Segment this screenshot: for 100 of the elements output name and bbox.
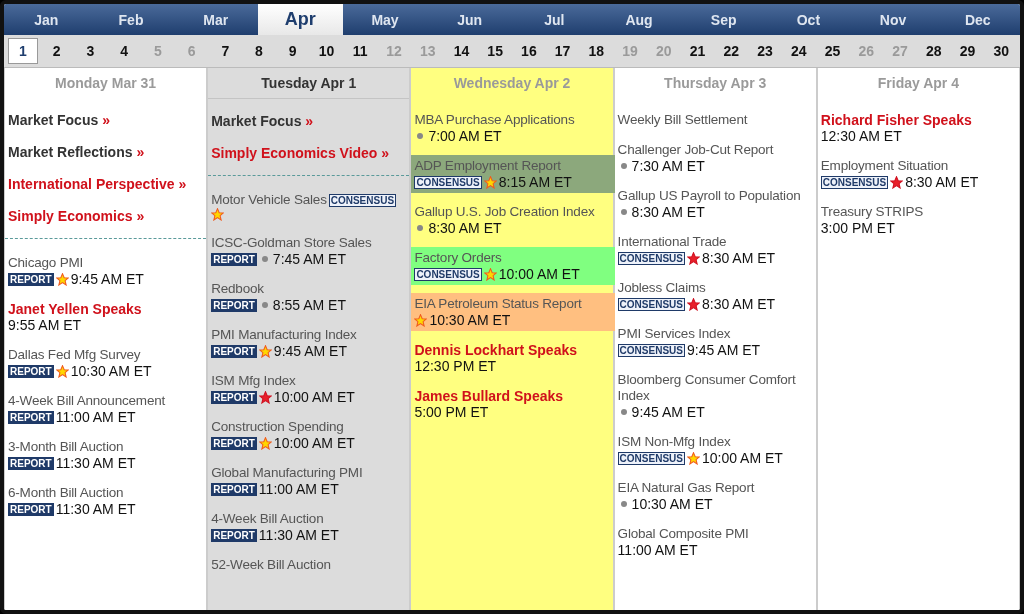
event-name[interactable]: 52-Week Bill Auction — [211, 557, 331, 573]
event-name[interactable]: 3-Month Bill Auction — [8, 439, 124, 455]
report-tag[interactable]: REPORT — [211, 482, 257, 496]
consensus-tag[interactable]: CONSENSUS — [617, 343, 685, 357]
event-name[interactable]: EIA Natural Gas Report — [617, 480, 755, 496]
event-name[interactable]: Weekly Bill Settlement — [617, 112, 748, 128]
day-link[interactable]: 11 — [345, 38, 376, 64]
section-link[interactable]: Simply Economics » — [5, 208, 148, 224]
event-name[interactable]: Challenger Job-Cut Report — [617, 142, 774, 158]
event-name[interactable]: International Trade — [617, 234, 727, 250]
event-name[interactable]: MBA Purchase Applications — [414, 112, 575, 128]
event-time: 9:45 AM ET — [70, 271, 144, 287]
event-name[interactable]: ISM Mfg Index — [211, 373, 296, 389]
event-time: 7:00 AM ET — [428, 128, 502, 144]
event-time: 8:55 AM ET — [272, 297, 346, 313]
speaker-link[interactable]: Dennis Lockhart Speaks — [414, 342, 577, 358]
month-tab[interactable]: Nov — [850, 4, 936, 35]
event-name[interactable]: PMI Services Index — [617, 326, 731, 342]
speaker-link[interactable]: James Bullard Speaks — [414, 388, 564, 404]
event-name[interactable]: 6-Month Bill Auction — [8, 485, 124, 501]
day-link[interactable]: 2 — [41, 38, 72, 64]
consensus-tag[interactable]: CONSENSUS — [820, 175, 889, 189]
day-link[interactable]: 1 — [8, 38, 38, 64]
report-tag[interactable]: REPORT — [8, 410, 54, 424]
day-link[interactable]: 30 — [986, 38, 1017, 64]
day-link[interactable]: 7 — [210, 38, 241, 64]
event-name[interactable]: Redbook — [211, 281, 264, 297]
consensus-tag[interactable]: CONSENSUS — [617, 297, 685, 311]
report-tag[interactable]: REPORT — [211, 298, 257, 312]
month-tab[interactable]: Apr — [258, 4, 343, 35]
consensus-tag[interactable]: CONSENSUS — [328, 193, 397, 207]
event-name[interactable]: 4-Week Bill Announcement — [8, 393, 166, 409]
consensus-tag[interactable]: CONSENSUS — [414, 175, 482, 189]
event-name[interactable]: ICSC-Goldman Store Sales — [211, 235, 372, 251]
event-name[interactable]: Treasury STRIPS — [820, 204, 924, 220]
consensus-tag[interactable]: CONSENSUS — [414, 267, 482, 281]
report-tag[interactable]: REPORT — [211, 436, 257, 450]
section-link[interactable]: Market Focus » — [208, 113, 317, 129]
speaker-link[interactable]: Janet Yellen Speaks — [8, 301, 142, 317]
section-link[interactable]: Market Reflections » — [5, 144, 148, 160]
day-link[interactable]: 10 — [311, 38, 342, 64]
section-link[interactable]: International Perspective » — [5, 176, 190, 192]
day-link[interactable]: 4 — [109, 38, 139, 64]
month-tab[interactable]: Sep — [681, 4, 767, 35]
event-name[interactable]: Dallas Fed Mfg Survey — [8, 347, 141, 363]
month-tab[interactable]: May — [342, 4, 428, 35]
speaker-link[interactable]: Richard Fisher Speaks — [820, 112, 972, 128]
month-tab[interactable]: Jun — [427, 4, 513, 35]
event-name[interactable]: Jobless Claims — [617, 280, 706, 296]
event-name[interactable]: Factory Orders — [414, 250, 502, 266]
month-tab[interactable]: Oct — [766, 4, 851, 35]
event-name[interactable]: 4-Week Bill Auction — [211, 511, 324, 527]
day-link[interactable]: 18 — [581, 38, 612, 64]
report-tag[interactable]: REPORT — [8, 364, 54, 378]
day-link[interactable]: 8 — [244, 38, 274, 64]
month-tab[interactable]: Jan — [4, 4, 89, 35]
report-tag[interactable]: REPORT — [211, 344, 257, 358]
event-name[interactable]: Gallup U.S. Job Creation Index — [414, 204, 595, 220]
month-tab[interactable]: Feb — [88, 4, 174, 35]
event-name[interactable]: EIA Petroleum Status Report — [414, 296, 582, 312]
day-link[interactable]: 17 — [547, 38, 578, 64]
day-link[interactable]: 3 — [75, 38, 106, 64]
report-tag[interactable]: REPORT — [8, 502, 54, 516]
day-link[interactable]: 9 — [277, 38, 308, 64]
day-link[interactable]: 14 — [446, 38, 477, 64]
section-link[interactable]: Simply Economics Video » — [208, 145, 393, 161]
report-tag[interactable]: REPORT — [211, 390, 257, 404]
report-tag[interactable]: REPORT — [211, 252, 257, 266]
event-name[interactable]: Chicago PMI — [8, 255, 84, 271]
day-link[interactable]: 24 — [783, 38, 814, 64]
month-tab[interactable]: Mar — [173, 4, 258, 35]
event-name[interactable]: Bloomberg Consumer Comfort Index — [617, 372, 813, 404]
event-name[interactable]: Global Manufacturing PMI — [211, 465, 363, 481]
day-link[interactable]: 25 — [817, 38, 848, 64]
section-link[interactable]: Market Focus » — [5, 112, 113, 128]
day-link[interactable]: 29 — [952, 38, 983, 64]
event-time: 7:30 AM ET — [631, 158, 705, 174]
event-name[interactable]: Gallup US Payroll to Population — [617, 188, 801, 204]
day-link[interactable]: 28 — [918, 38, 949, 64]
event-name[interactable]: PMI Manufacturing Index — [211, 327, 357, 343]
day-link[interactable]: 23 — [750, 38, 780, 64]
event-name[interactable]: Global Composite PMI — [617, 526, 749, 542]
month-tab[interactable]: Aug — [596, 4, 682, 35]
consensus-tag[interactable]: CONSENSUS — [617, 451, 685, 465]
day-heading: Wednesday Apr 2 — [452, 74, 572, 93]
consensus-tag[interactable]: CONSENSUS — [617, 251, 685, 265]
month-tab[interactable]: Dec — [935, 4, 1020, 35]
event-name[interactable]: Motor Vehicle Sales — [211, 192, 327, 208]
day-link[interactable]: 16 — [514, 38, 544, 64]
event-name[interactable]: Construction Spending — [211, 419, 344, 435]
report-tag[interactable]: REPORT — [8, 272, 54, 286]
day-link[interactable]: 22 — [716, 38, 747, 64]
report-tag[interactable]: REPORT — [211, 528, 257, 542]
event-time: 8:30 AM ET — [631, 204, 705, 220]
event-name[interactable]: ISM Non-Mfg Index — [617, 434, 731, 450]
month-tab[interactable]: Jul — [512, 4, 597, 35]
event-name[interactable]: Employment Situation — [820, 158, 949, 174]
day-link[interactable]: 15 — [480, 38, 510, 64]
day-link[interactable]: 21 — [682, 38, 713, 64]
report-tag[interactable]: REPORT — [8, 456, 54, 470]
